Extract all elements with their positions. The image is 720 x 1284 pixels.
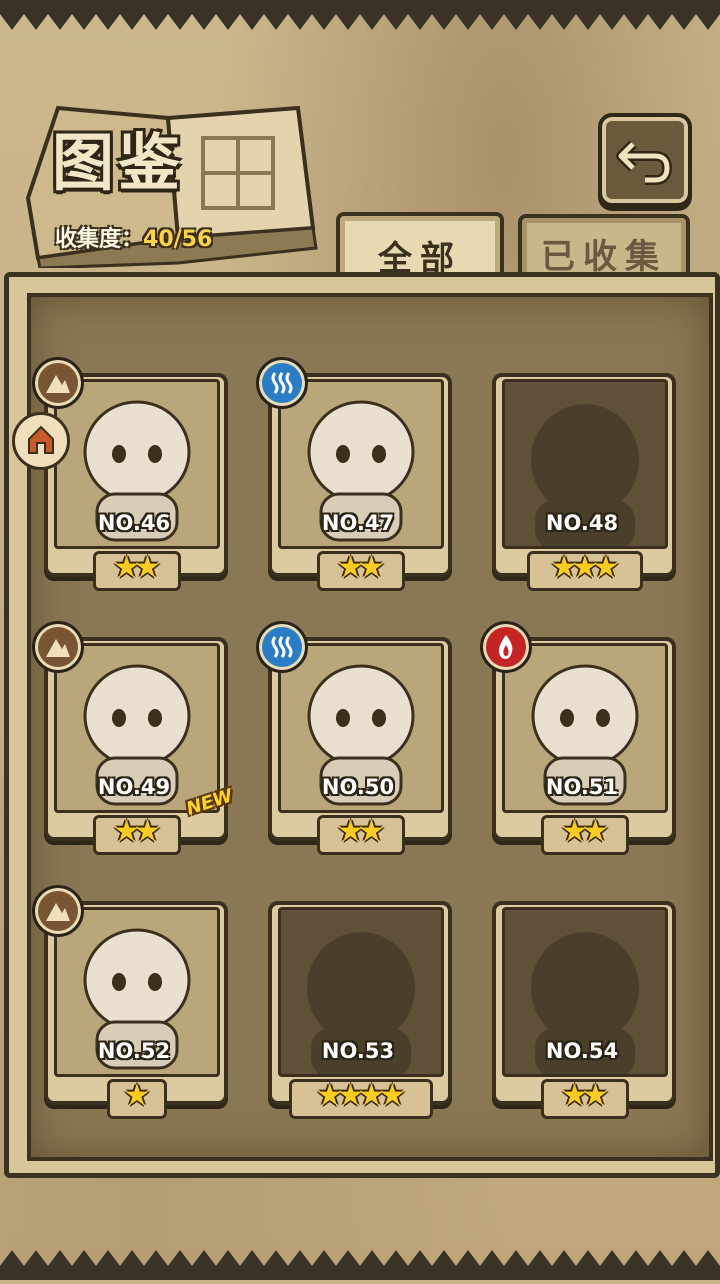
star-rating: ★★ [113, 550, 161, 585]
monster-card[interactable]: NO.50 ★★ [256, 621, 452, 855]
earth-element-icon [32, 357, 84, 409]
back-button[interactable] [598, 113, 692, 207]
collection-progress: 收集度：40/56 [55, 221, 212, 253]
return-arrow-icon [616, 140, 672, 185]
star-rating: ★★★ [550, 550, 620, 585]
monster-card[interactable]: NO.47 ★★ [256, 357, 452, 591]
monster-card[interactable]: NO.53 ★★★★ [266, 893, 452, 1119]
star-rating: ★★ [561, 814, 609, 849]
monster-card[interactable]: NO.54 ★★ [490, 893, 676, 1119]
card-number: NO.46 [97, 511, 171, 535]
water-element-icon [256, 621, 308, 673]
card-number: NO.52 [97, 1039, 171, 1063]
collection-label: 收集度： [55, 227, 144, 252]
arrow-badge-icon[interactable] [12, 412, 70, 470]
monster-card[interactable]: NO.48 ★★★ [490, 365, 676, 591]
star-rating: ★★ [561, 1078, 609, 1113]
bottom-border [0, 1244, 720, 1280]
star-rating: ★ [123, 1078, 151, 1113]
card-number: NO.54 [545, 1039, 619, 1063]
star-rating: ★★ [337, 814, 385, 849]
card-number: NO.47 [321, 511, 395, 535]
card-number: NO.48 [545, 511, 619, 535]
monster-card[interactable]: NO.51 ★★ [480, 621, 676, 855]
page-title: 图鉴 [52, 126, 185, 199]
collection-value: 40/56 [143, 227, 213, 252]
earth-element-icon [32, 885, 84, 937]
star-rating: ★★★★ [316, 1078, 406, 1113]
star-rating: ★★ [337, 550, 385, 585]
fire-element-icon [480, 621, 532, 673]
star-rating: ★★ [113, 814, 161, 849]
monster-card[interactable]: NO.46 ★★ [32, 357, 228, 591]
card-number: NO.50 [321, 775, 395, 799]
top-border [0, 0, 720, 36]
monster-card[interactable]: NO.52 ★ [32, 885, 228, 1119]
card-number: NO.53 [321, 1039, 395, 1063]
card-number: NO.51 [545, 775, 619, 799]
water-element-icon [256, 357, 308, 409]
earth-element-icon [32, 621, 84, 673]
